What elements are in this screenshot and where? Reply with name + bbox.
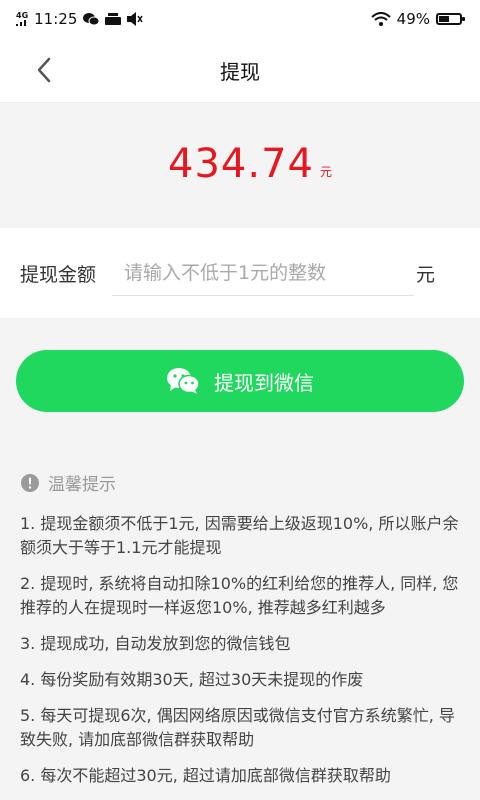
balance-display: 434.74 元	[168, 141, 332, 187]
info-icon	[21, 473, 39, 492]
inbox-notification-icon	[105, 13, 122, 25]
amount-input[interactable]	[112, 250, 414, 296]
tip-item: 2. 提现时, 系统将自动扣除10%的红利给您的推荐人, 同样, 您推荐的人在提…	[20, 574, 459, 617]
tip-item: 3. 提现成功, 自动发放到您的微信钱包	[20, 634, 291, 653]
amount-label: 提现金额	[20, 264, 97, 286]
chevron-left-icon	[37, 57, 51, 83]
status-right: 49%	[370, 10, 465, 28]
balance-unit: 元	[319, 165, 332, 179]
mute-icon	[127, 12, 143, 26]
status-left: 4G 11:25	[16, 10, 143, 28]
withdraw-to-wechat-button[interactable]: 提现到微信	[16, 350, 464, 412]
tip-item: 1. 提现金额须不低于1元, 因需要给上级返现10%, 所以账户余额须大于等于1…	[20, 514, 459, 557]
network-label: 4G	[16, 11, 29, 20]
tip-item: 4. 每份奖励有效期30天, 超过30天未提现的作废	[20, 670, 364, 689]
withdraw-button-label: 提现到微信	[214, 370, 314, 395]
network-indicator: 4G	[16, 12, 28, 26]
nav-bar: 提现	[0, 38, 480, 103]
tip-item: 5. 每天可提现6次, 偶因网络原因或微信支付官方系统繁忙, 导致失败, 请加底…	[20, 706, 455, 749]
balance-section: 434.74 元	[0, 103, 480, 225]
tips-header: 温馨提示	[20, 470, 116, 495]
battery-percent: 49%	[396, 10, 430, 28]
wechat-notification-icon	[83, 12, 100, 26]
clock: 11:25	[34, 10, 78, 28]
tips-title: 温馨提示	[48, 475, 116, 495]
tip-item: 6. 每次不能超过30元, 超过请加底部微信群获取帮助	[20, 766, 391, 785]
page-title: 提现	[220, 59, 260, 84]
balance-amount: 434.74	[168, 141, 314, 187]
wifi-icon	[370, 12, 391, 26]
status-bar: 4G 11:25 49%	[0, 0, 480, 38]
back-button[interactable]	[28, 54, 60, 86]
tips-list: 1. 提现金额须不低于1元, 因需要给上级返现10%, 所以账户余额须大于等于1…	[20, 512, 464, 800]
amount-unit: 元	[416, 264, 436, 286]
wechat-icon	[167, 368, 200, 394]
withdraw-amount-form: 提现金额 元	[0, 228, 480, 318]
battery-icon	[436, 13, 465, 25]
signal-bars-icon	[16, 20, 26, 26]
